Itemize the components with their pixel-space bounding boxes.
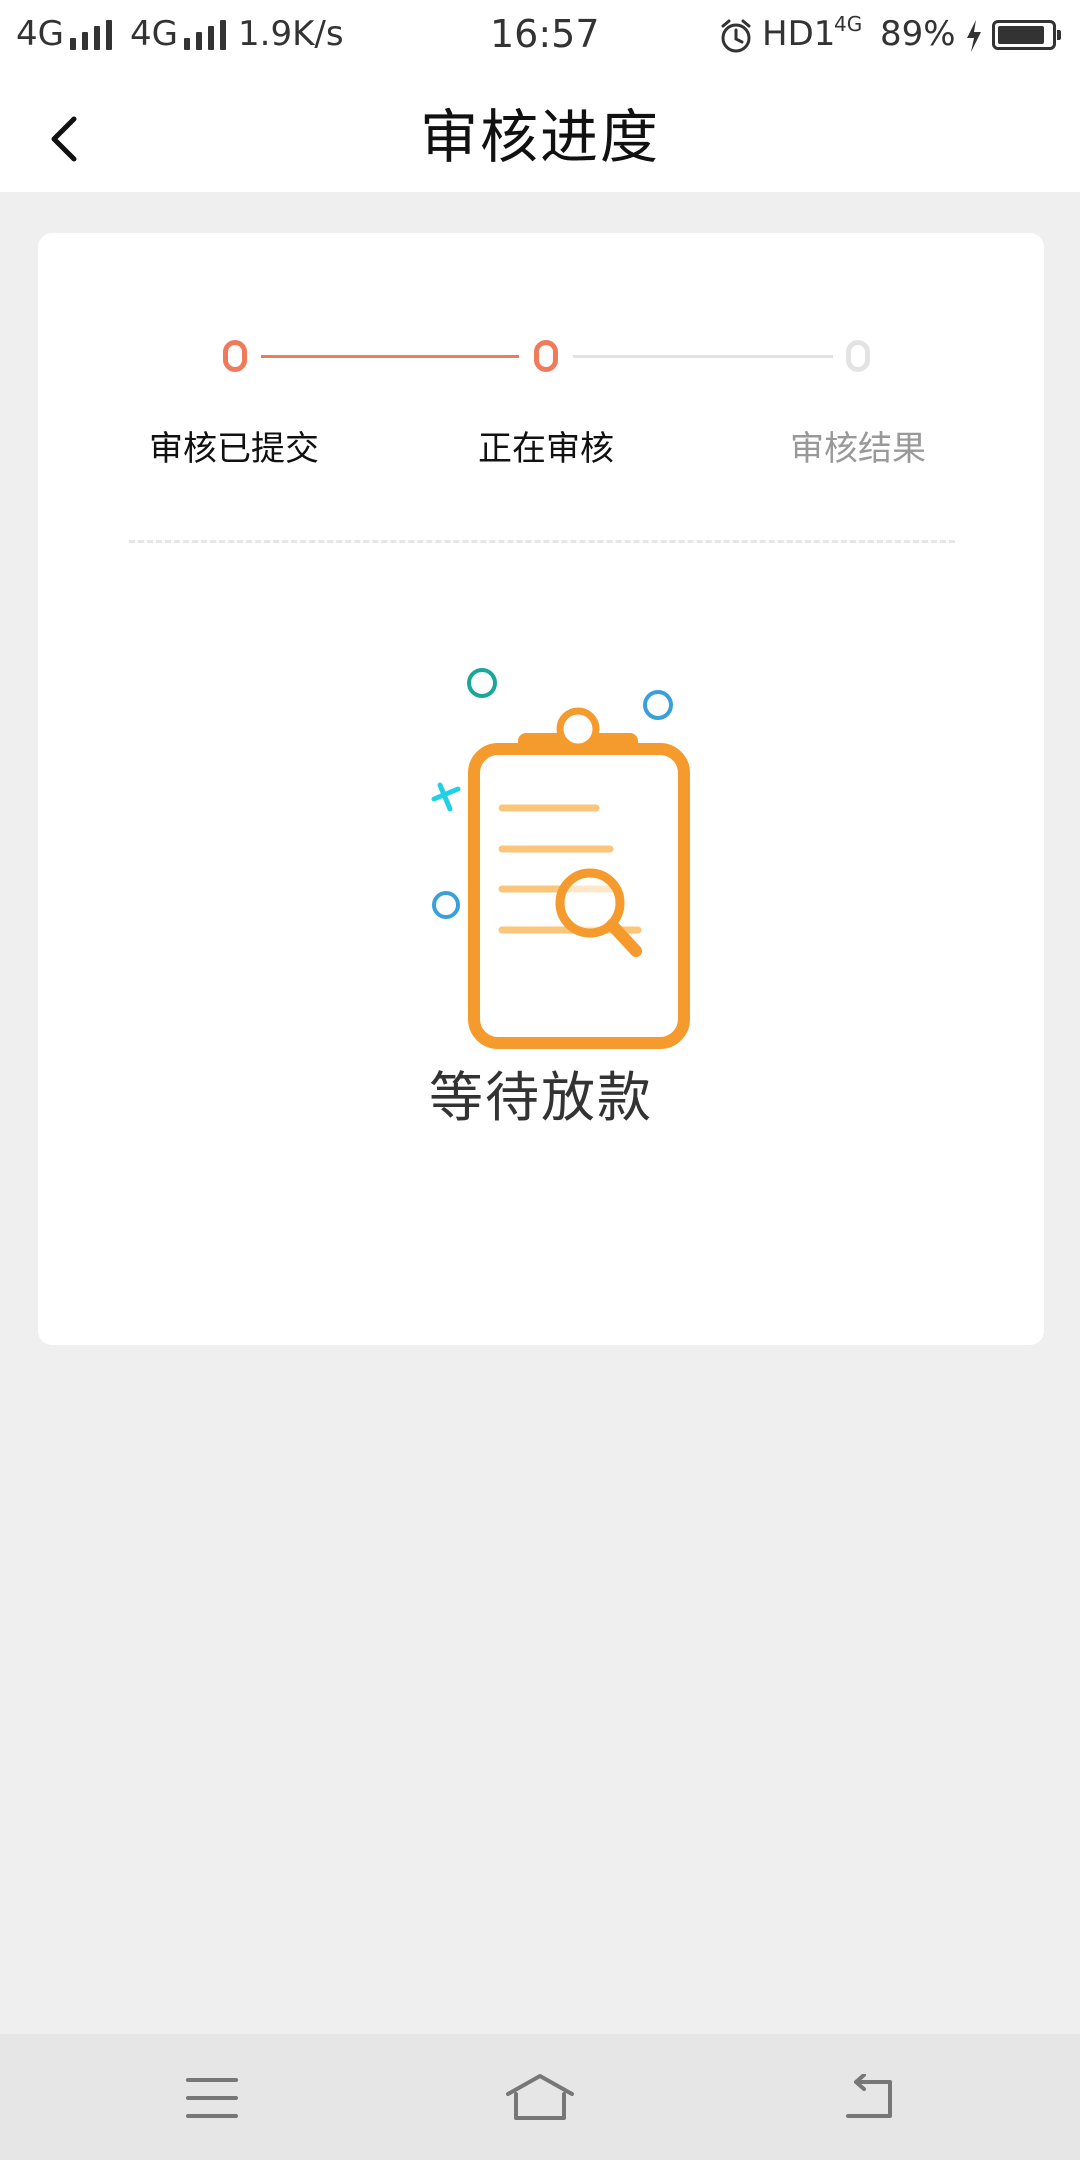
back-icon <box>842 2073 898 2126</box>
step-connector-1 <box>261 355 519 358</box>
charging-icon <box>964 18 984 54</box>
clipboard-search-icon <box>368 653 768 1053</box>
home-button[interactable] <box>480 2054 600 2140</box>
page-title: 审核进度 <box>419 103 660 171</box>
top-bar: 审核进度 <box>0 76 1080 192</box>
system-nav-bar <box>0 2034 1080 2160</box>
battery-icon <box>992 20 1061 50</box>
divider <box>129 540 955 543</box>
step-dot-submitted <box>223 340 247 372</box>
step-label-result: 审核结果 <box>790 429 926 469</box>
progress-card: 审核已提交 正在审核 审核结果 等待放款 <box>38 233 1044 1345</box>
step-dot-result <box>846 340 870 372</box>
menu-icon <box>184 2076 240 2124</box>
clock: 16:57 <box>490 12 600 56</box>
step-label-submitted: 审核已提交 <box>149 429 319 469</box>
step-dot-reviewing <box>534 340 558 372</box>
status-bar: 4G 4G 1.9K/s 16:57 HD1 4G 89% <box>0 0 1080 76</box>
hd-label: HD1 <box>762 14 836 54</box>
network-small-label: 4G <box>834 12 863 36</box>
alarm-icon <box>718 18 754 54</box>
signal-1-label: 4G <box>16 14 64 54</box>
back-nav-button[interactable] <box>808 2054 928 2140</box>
status-text: 等待放款 <box>429 1066 653 1129</box>
network-speed: 1.9K/s <box>238 14 344 54</box>
battery-percent: 89% <box>880 14 956 54</box>
menu-button[interactable] <box>152 2054 272 2140</box>
step-label-reviewing: 正在审核 <box>478 429 614 469</box>
signal-2-label: 4G <box>130 14 178 54</box>
signal-2-icon <box>184 18 230 50</box>
signal-1-icon <box>70 18 116 50</box>
home-icon <box>504 2072 576 2126</box>
step-connector-2 <box>573 355 833 358</box>
